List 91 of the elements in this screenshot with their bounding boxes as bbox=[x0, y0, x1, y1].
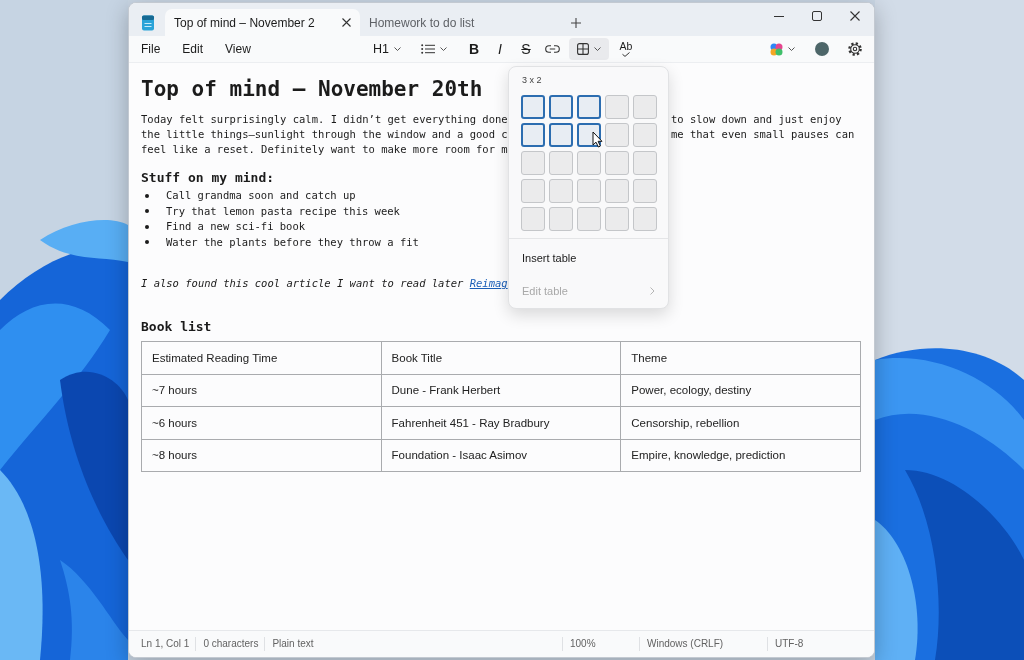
italic-button[interactable]: I bbox=[487, 38, 513, 60]
caret-icon bbox=[440, 47, 447, 51]
grid-cell[interactable] bbox=[549, 207, 573, 231]
body-text: feel like a reset. Definitely want to make more room for m bbox=[141, 142, 508, 157]
section-heading: Stuff on my mind: bbox=[141, 169, 275, 187]
table-cell: ~6 hours bbox=[141, 406, 382, 439]
grid-cell[interactable] bbox=[521, 95, 545, 119]
column-header: Estimated Reading Time bbox=[141, 341, 382, 374]
caret-icon bbox=[594, 47, 601, 51]
minimize-icon bbox=[774, 15, 784, 17]
bullet-icon bbox=[145, 209, 149, 214]
table-cell: Foundation - Isaac Asimov bbox=[381, 439, 621, 472]
grid-cell[interactable] bbox=[549, 123, 573, 147]
check-icon bbox=[622, 52, 630, 57]
grid-cell[interactable] bbox=[521, 123, 545, 147]
character-count: 0 characters bbox=[203, 638, 259, 649]
cursor-position: Ln 1, Col 1 bbox=[141, 638, 190, 649]
body-text: Today felt surprisingly calm. I didn’t get everything done bbox=[141, 112, 508, 127]
table-cell: Fahrenheit 451 - Ray Bradbury bbox=[381, 406, 621, 439]
colorful-logo-icon bbox=[769, 42, 783, 56]
article-link[interactable]: Reimag bbox=[469, 276, 508, 291]
bullet-icon bbox=[145, 240, 149, 245]
grid-cell[interactable] bbox=[605, 151, 629, 175]
grid-cell[interactable] bbox=[605, 95, 629, 119]
table-cell: Power, ecology, destiny bbox=[620, 374, 861, 407]
grid-cell[interactable] bbox=[549, 151, 573, 175]
tab[interactable]: Homework to do list bbox=[360, 9, 555, 36]
mouse-cursor-icon bbox=[592, 131, 603, 148]
maximize-icon bbox=[812, 11, 822, 21]
body-text: the little things—sunlight through the window and a good c bbox=[141, 127, 508, 142]
menu-item[interactable]: File bbox=[133, 39, 169, 59]
table-cell: Empire, knowledge, prediction bbox=[620, 439, 861, 472]
heading-dropdown[interactable]: H1 bbox=[365, 38, 409, 60]
list-item-text: Try that lemon pasta recipe this week bbox=[166, 203, 400, 219]
grid-cell[interactable] bbox=[577, 95, 601, 119]
grid-cell[interactable] bbox=[577, 207, 601, 231]
grid-cell[interactable] bbox=[549, 95, 573, 119]
grid-cell[interactable] bbox=[633, 179, 657, 203]
bullet-icon bbox=[145, 224, 149, 229]
note-text: I also found this cool article I want to read later bbox=[141, 276, 464, 291]
grid-cell[interactable] bbox=[633, 207, 657, 231]
bold-button[interactable]: B bbox=[461, 38, 487, 60]
table-size-label: 3 x 2 bbox=[522, 74, 542, 86]
caret-icon bbox=[787, 47, 795, 51]
grid-cell[interactable] bbox=[577, 151, 601, 175]
grid-cell[interactable] bbox=[633, 151, 657, 175]
menu-item[interactable]: Insert table bbox=[514, 243, 663, 273]
section-heading: Book list bbox=[141, 318, 212, 336]
table-cell: Censorship, rebellion bbox=[620, 406, 861, 439]
close-icon[interactable] bbox=[342, 18, 351, 27]
grid-cell[interactable] bbox=[633, 123, 657, 147]
table-button[interactable] bbox=[569, 38, 609, 60]
grid-cell[interactable] bbox=[549, 179, 573, 203]
bullet-icon bbox=[145, 193, 149, 198]
spelling-button[interactable]: Ab bbox=[613, 38, 639, 60]
grid-cell[interactable] bbox=[605, 123, 629, 147]
settings-icon bbox=[848, 42, 862, 56]
grid-cell[interactable] bbox=[521, 179, 545, 203]
table-cell: Dune - Frank Herbert bbox=[381, 374, 621, 407]
avatar-icon bbox=[815, 42, 829, 56]
table-cell: ~7 hours bbox=[141, 374, 382, 407]
body-text: to slow down and just enjoy bbox=[671, 112, 842, 127]
body-text: me that even small pauses can bbox=[671, 127, 855, 142]
grid-cell[interactable] bbox=[577, 179, 601, 203]
table-cell: ~8 hours bbox=[141, 439, 382, 472]
grid-cell[interactable] bbox=[521, 207, 545, 231]
menu-item[interactable]: View bbox=[217, 39, 259, 59]
link-icon bbox=[544, 45, 560, 53]
text-format: Plain text bbox=[272, 638, 314, 649]
list-item-text: Call grandma soon and catch up bbox=[166, 188, 356, 203]
encoding: UTF-8 bbox=[775, 638, 804, 649]
zoom-level: 100% bbox=[570, 638, 596, 649]
notepad-icon bbox=[141, 14, 155, 31]
list-item-text: Water the plants before they throw a fit bbox=[166, 234, 419, 250]
list-item-text: Find a new sci-fi book bbox=[166, 219, 306, 234]
close-icon bbox=[850, 11, 860, 21]
table-icon bbox=[577, 43, 589, 55]
strikethrough-button[interactable]: S bbox=[513, 38, 539, 60]
line-ending: Windows (CRLF) bbox=[647, 638, 724, 649]
grid-cell[interactable] bbox=[605, 207, 629, 231]
menu-item[interactable]: Edit bbox=[174, 39, 212, 59]
tab[interactable]: Top of mind – November 2 bbox=[165, 9, 360, 36]
column-header: Theme bbox=[620, 341, 861, 374]
plus-icon bbox=[571, 17, 581, 28]
document-title: Top of mind – November 20th bbox=[141, 76, 483, 103]
grid-cell[interactable] bbox=[633, 95, 657, 119]
column-header: Book Title bbox=[381, 341, 621, 374]
grid-cell[interactable] bbox=[521, 151, 545, 175]
list-icon bbox=[421, 44, 435, 54]
grid-cell[interactable] bbox=[605, 179, 629, 203]
caret-icon bbox=[394, 47, 401, 51]
